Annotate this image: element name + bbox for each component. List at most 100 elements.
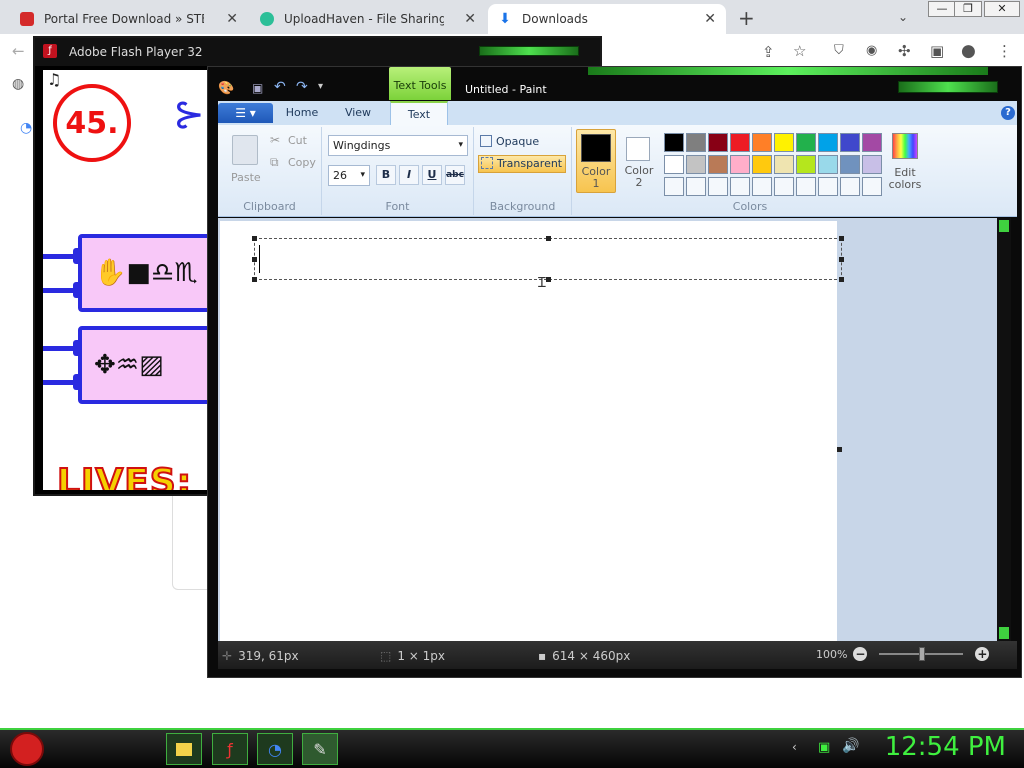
- palette-swatch[interactable]: [752, 133, 772, 152]
- tray-network-icon[interactable]: ▣: [818, 740, 830, 755]
- back-icon[interactable]: ←: [12, 42, 25, 60]
- palette-swatch[interactable]: [752, 155, 772, 174]
- glyph-slot-1[interactable]: ✋■♎♏: [78, 234, 218, 312]
- help-icon[interactable]: ?: [1001, 106, 1015, 120]
- custom-color-slot[interactable]: [862, 177, 882, 196]
- close-button[interactable]: ✕: [984, 1, 1020, 17]
- sidepanel-icon[interactable]: ▣: [930, 42, 944, 60]
- resize-handle[interactable]: [839, 277, 844, 282]
- cut-icon[interactable]: ✂: [270, 133, 280, 147]
- custom-color-slot[interactable]: [686, 177, 706, 196]
- minimize-button[interactable]: —: [928, 1, 956, 17]
- resize-handle[interactable]: [546, 277, 551, 282]
- resize-handle[interactable]: [252, 277, 257, 282]
- custom-color-slot[interactable]: [752, 177, 772, 196]
- underline-button[interactable]: U: [422, 165, 442, 185]
- quick-access-dropdown-icon[interactable]: ▾: [318, 81, 323, 92]
- resize-handle[interactable]: [252, 236, 257, 241]
- tab-view[interactable]: View: [332, 101, 384, 125]
- opaque-button[interactable]: Opaque: [480, 135, 568, 153]
- palette-swatch[interactable]: [862, 133, 882, 152]
- tray-volume-icon[interactable]: 🔊: [842, 738, 859, 754]
- taskbar-clock[interactable]: 12:54 PM: [885, 732, 1006, 762]
- text-input-box[interactable]: [252, 236, 844, 282]
- extension-flag-icon[interactable]: ◉: [866, 43, 877, 58]
- resize-handle[interactable]: [839, 236, 844, 241]
- paste-button[interactable]: Paste: [231, 171, 261, 184]
- paint-window[interactable]: 🎨 ▣ ↶ ↷ ▾ Untitled - Paint Text Tools ☰ …: [207, 66, 1022, 678]
- custom-color-slot[interactable]: [818, 177, 838, 196]
- ublock-icon[interactable]: ⛉: [834, 43, 844, 58]
- tab-home[interactable]: Home: [276, 101, 328, 125]
- palette-swatch[interactable]: [686, 133, 706, 152]
- custom-color-slot[interactable]: [774, 177, 794, 196]
- vertical-scrollbar[interactable]: [997, 218, 1011, 641]
- new-tab-button[interactable]: +: [738, 6, 755, 30]
- edit-colors-button[interactable]: Edit colors: [884, 131, 926, 195]
- palette-swatch[interactable]: [840, 133, 860, 152]
- zoom-slider[interactable]: [879, 647, 964, 661]
- quick-save-icon[interactable]: ▣: [252, 81, 263, 95]
- menu-kebab-icon[interactable]: ⋮: [997, 42, 1012, 60]
- bold-button[interactable]: B: [376, 165, 396, 185]
- resize-handle[interactable]: [839, 257, 844, 262]
- palette-swatch[interactable]: [664, 133, 684, 152]
- color2-button[interactable]: Color 2: [620, 129, 660, 193]
- palette-swatch[interactable]: [796, 133, 816, 152]
- taskbar-explorer-icon[interactable]: [166, 733, 202, 765]
- copy-button[interactable]: Copy: [288, 156, 316, 169]
- custom-color-slot[interactable]: [708, 177, 728, 196]
- close-tab-icon[interactable]: ✕: [226, 11, 238, 27]
- palette-swatch[interactable]: [796, 155, 816, 174]
- zoom-in-icon[interactable]: +: [975, 647, 990, 661]
- color1-button[interactable]: Color 1: [576, 129, 616, 193]
- paint-app-icon[interactable]: 🎨: [218, 81, 234, 96]
- tab-search-icon[interactable]: ⌄: [898, 10, 908, 24]
- extensions-puzzle-icon[interactable]: ✣: [898, 42, 911, 60]
- custom-color-slot[interactable]: [664, 177, 684, 196]
- scroll-down-icon[interactable]: [999, 627, 1009, 639]
- tab-text[interactable]: Text: [390, 101, 448, 125]
- palette-swatch[interactable]: [708, 133, 728, 152]
- tray-show-hidden-icon[interactable]: ‹: [792, 740, 797, 754]
- tab-uploadhaven[interactable]: UploadHaven - File Sharing Mad ✕: [250, 4, 486, 34]
- italic-button[interactable]: I: [399, 165, 419, 185]
- redo-icon[interactable]: ↷: [296, 79, 308, 95]
- palette-swatch[interactable]: [686, 155, 706, 174]
- transparent-button[interactable]: Transparent: [478, 155, 566, 173]
- restore-button[interactable]: ❐: [954, 1, 982, 17]
- zoom-slider-thumb[interactable]: [919, 647, 926, 661]
- custom-color-slot[interactable]: [730, 177, 750, 196]
- custom-color-slot[interactable]: [796, 177, 816, 196]
- taskbar-chrome-icon[interactable]: ◔: [257, 733, 293, 765]
- palette-swatch[interactable]: [818, 133, 838, 152]
- palette-swatch[interactable]: [774, 133, 794, 152]
- paint-file-menu-button[interactable]: ☰ ▾: [218, 103, 273, 123]
- tab-downloads[interactable]: ⬇ Downloads ✕: [488, 4, 726, 34]
- palette-swatch[interactable]: [862, 155, 882, 174]
- canvas-resize-handle[interactable]: [837, 447, 842, 452]
- share-icon[interactable]: ⇪: [762, 43, 775, 61]
- font-size-select[interactable]: 26 ▾: [328, 165, 370, 186]
- undo-icon[interactable]: ↶: [274, 79, 286, 95]
- profile-avatar-icon[interactable]: ●: [961, 41, 976, 61]
- palette-swatch[interactable]: [708, 155, 728, 174]
- palette-swatch[interactable]: [664, 155, 684, 174]
- strikethrough-button[interactable]: abc: [445, 165, 465, 185]
- palette-swatch[interactable]: [774, 155, 794, 174]
- cut-button[interactable]: Cut: [288, 134, 307, 147]
- close-tab-icon[interactable]: ✕: [704, 11, 716, 27]
- palette-swatch[interactable]: [730, 133, 750, 152]
- palette-swatch[interactable]: [730, 155, 750, 174]
- glyph-slot-2[interactable]: ✥♒▨: [78, 326, 218, 404]
- palette-swatch[interactable]: [840, 155, 860, 174]
- close-tab-icon[interactable]: ✕: [464, 11, 476, 27]
- taskbar-flash-icon[interactable]: ƒ: [212, 733, 248, 765]
- music-note-icon[interactable]: ♫: [47, 70, 61, 89]
- resize-handle[interactable]: [546, 236, 551, 241]
- bookmark-star-icon[interactable]: ☆: [793, 42, 806, 60]
- taskbar-paint-icon[interactable]: ✎: [302, 733, 338, 765]
- scroll-up-icon[interactable]: [999, 220, 1009, 232]
- palette-swatch[interactable]: [818, 155, 838, 174]
- paste-icon[interactable]: [232, 135, 258, 165]
